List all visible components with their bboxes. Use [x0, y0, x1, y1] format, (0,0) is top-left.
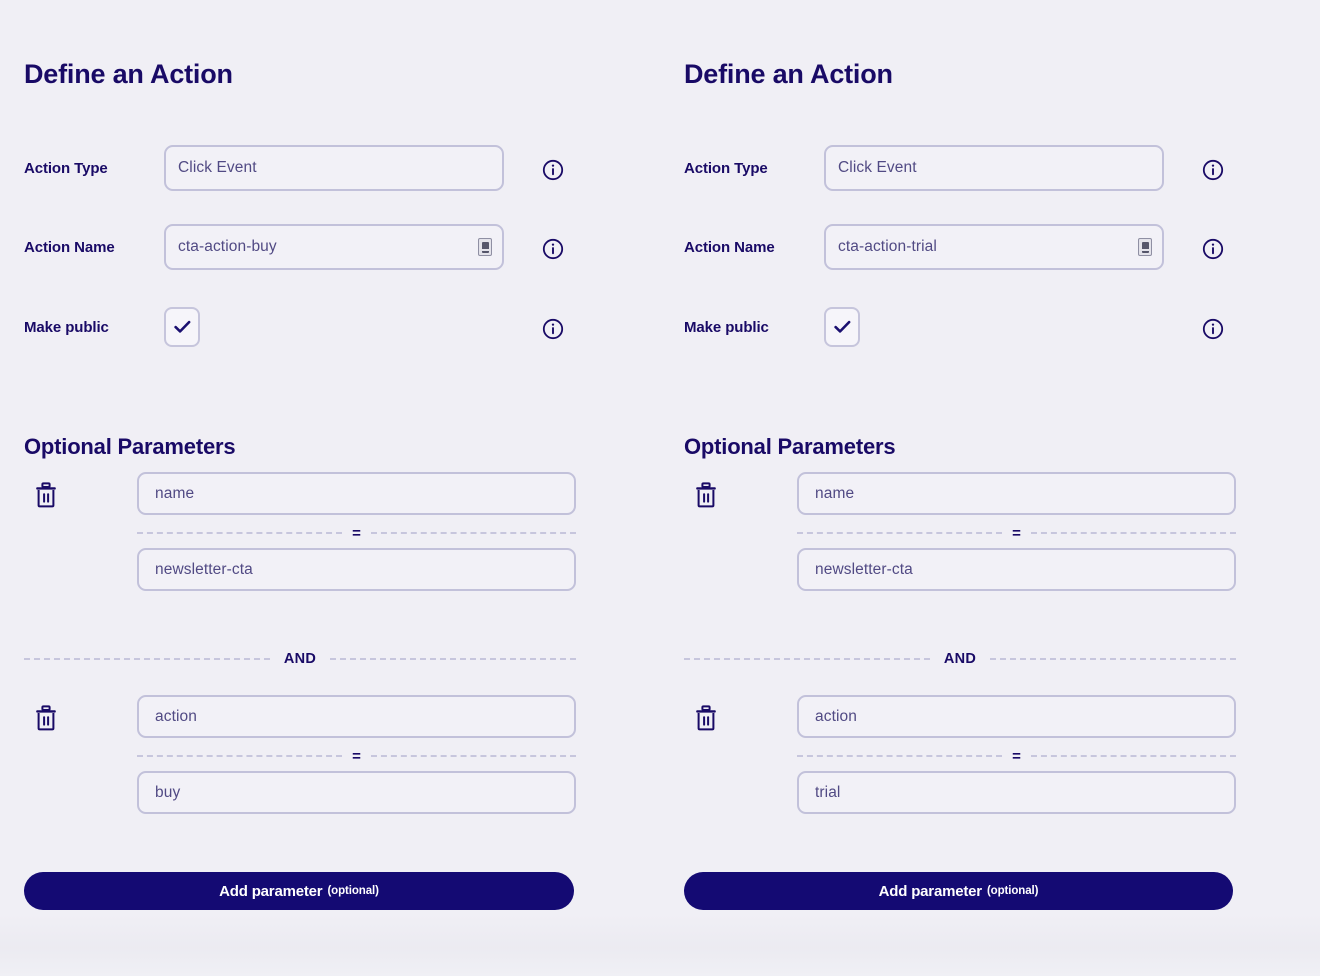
field-row-action-name: Action Name cta-action-buy — [24, 224, 576, 270]
info-icon-make-public[interactable] — [1202, 318, 1224, 340]
action-name-value: cta-action-buy — [178, 238, 277, 255]
field-row-make-public: Make public — [684, 304, 1236, 350]
equals-label: = — [1012, 747, 1021, 765]
action-type-label: Action Type — [684, 159, 768, 177]
divider-line-right — [370, 755, 577, 757]
field-row-make-public: Make public — [24, 304, 576, 350]
equals-divider: = — [137, 524, 577, 542]
optional-parameters-heading: Optional Parameters — [684, 434, 896, 459]
divider-line-left — [24, 658, 270, 660]
divider-line-right — [330, 658, 577, 660]
equals-label: = — [1012, 524, 1021, 542]
equals-divider: = — [137, 747, 577, 765]
trash-icon[interactable] — [694, 705, 718, 731]
parameter-value-value: trial — [815, 783, 841, 801]
clipboard-icon[interactable] — [1138, 238, 1152, 256]
and-divider: AND — [24, 650, 577, 668]
divider-line-right — [1030, 532, 1237, 534]
action-name-input[interactable]: cta-action-trial — [824, 224, 1164, 270]
parameter-value-input[interactable]: newsletter-cta — [137, 548, 576, 591]
and-divider: AND — [684, 650, 1237, 668]
add-parameter-button[interactable]: Add parameter (optional) — [24, 872, 574, 910]
page-title: Define an Action — [684, 59, 893, 89]
add-parameter-optional-label: (optional) — [986, 885, 1039, 897]
make-public-label: Make public — [684, 318, 769, 336]
divider-line-left — [684, 658, 930, 660]
and-label: AND — [943, 651, 977, 667]
parameter-key-input[interactable]: name — [137, 472, 576, 515]
action-type-value: Click Event — [838, 159, 917, 176]
clipboard-icon[interactable] — [478, 238, 492, 256]
info-icon-action-name[interactable] — [542, 238, 564, 260]
page-title: Define an Action — [24, 59, 233, 89]
trash-icon[interactable] — [694, 482, 718, 508]
equals-label: = — [352, 747, 361, 765]
equals-divider: = — [797, 747, 1237, 765]
parameter-key-input[interactable]: action — [797, 695, 1236, 738]
divider-line-left — [797, 532, 1003, 534]
add-parameter-label: Add parameter — [878, 882, 982, 900]
info-icon-action-name[interactable] — [1202, 238, 1224, 260]
field-row-action-type: Action Type Click Event — [24, 145, 576, 191]
make-public-checkbox[interactable] — [164, 307, 200, 347]
parameter-value-input[interactable]: newsletter-cta — [797, 548, 1236, 591]
parameter-key-value: name — [815, 484, 855, 502]
action-type-input[interactable]: Click Event — [824, 145, 1164, 191]
action-name-label: Action Name — [684, 238, 775, 256]
divider-line-right — [1030, 755, 1237, 757]
and-label: AND — [283, 651, 317, 667]
equals-label: = — [352, 524, 361, 542]
optional-parameters-heading: Optional Parameters — [24, 434, 236, 459]
action-name-label: Action Name — [24, 238, 115, 256]
field-row-action-name: Action Name cta-action-trial — [684, 224, 1236, 270]
action-type-label: Action Type — [24, 159, 108, 177]
parameter-key-input[interactable]: action — [137, 695, 576, 738]
parameter-key-value: action — [155, 707, 197, 725]
parameter-value-input[interactable]: trial — [797, 771, 1236, 814]
divider-line-right — [370, 532, 577, 534]
divider-line-left — [137, 532, 343, 534]
info-icon-action-type[interactable] — [1202, 159, 1224, 181]
parameter-value-value: newsletter-cta — [815, 560, 913, 578]
action-panel-left: Define an Action Action Type Click Event… — [0, 0, 660, 976]
divider-line-left — [137, 755, 343, 757]
add-parameter-button[interactable]: Add parameter (optional) — [684, 872, 1233, 910]
trash-icon[interactable] — [34, 705, 58, 731]
info-icon-make-public[interactable] — [542, 318, 564, 340]
make-public-label: Make public — [24, 318, 109, 336]
add-parameter-label: Add parameter — [219, 882, 323, 900]
action-definition-screen: Define an Action Action Type Click Event… — [0, 0, 1320, 976]
divider-line-left — [797, 755, 1003, 757]
action-type-value: Click Event — [178, 159, 257, 176]
parameter-key-input[interactable]: name — [797, 472, 1236, 515]
divider-line-right — [990, 658, 1237, 660]
info-icon-action-type[interactable] — [542, 159, 564, 181]
add-parameter-optional-label: (optional) — [327, 885, 379, 897]
parameter-value-input[interactable]: buy — [137, 771, 576, 814]
parameter-value-value: buy — [155, 783, 181, 801]
parameter-value-value: newsletter-cta — [155, 560, 253, 578]
equals-divider: = — [797, 524, 1237, 542]
parameter-key-value: action — [815, 707, 857, 725]
make-public-checkbox[interactable] — [824, 307, 860, 347]
action-name-value: cta-action-trial — [838, 238, 937, 255]
field-row-action-type: Action Type Click Event — [684, 145, 1236, 191]
action-panel-right: Define an Action Action Type Click Event… — [660, 0, 1320, 976]
action-name-input[interactable]: cta-action-buy — [164, 224, 504, 270]
action-type-input[interactable]: Click Event — [164, 145, 504, 191]
trash-icon[interactable] — [34, 482, 58, 508]
parameter-key-value: name — [155, 484, 195, 502]
